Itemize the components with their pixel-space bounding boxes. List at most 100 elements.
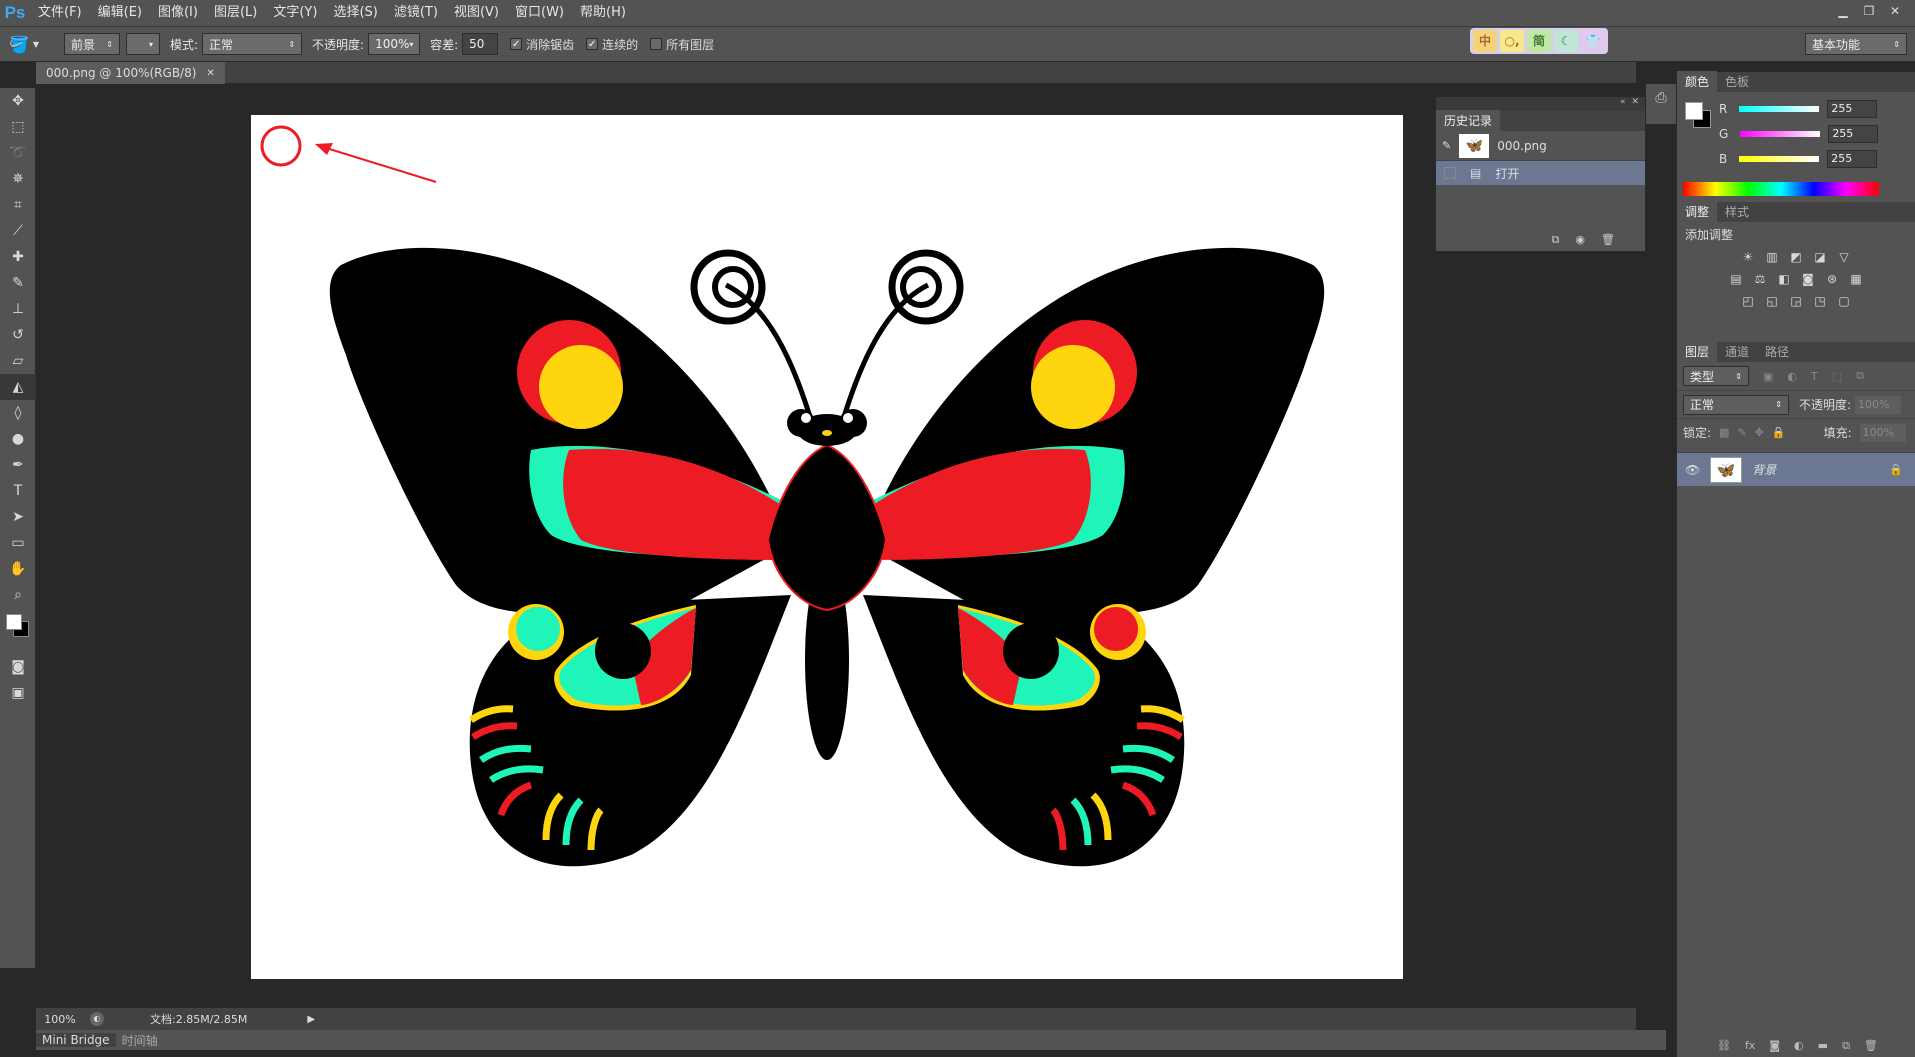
layer-filter-select[interactable]: 类型 ⇕ (1683, 366, 1749, 386)
filter-adjust-icon[interactable]: ◐ (1787, 370, 1797, 383)
selective-color-icon[interactable]: ▢ (1835, 293, 1853, 309)
invert-icon[interactable]: ◰ (1739, 293, 1757, 309)
menu-view[interactable]: 视图(V) (446, 0, 507, 26)
brush-tool-icon[interactable]: ✎ (0, 270, 36, 296)
clone-stamp-tool-icon[interactable]: ⊥ (0, 296, 36, 322)
lock-position-icon[interactable]: ✥ (1755, 426, 1764, 439)
layer-style-icon[interactable]: fx (1745, 1039, 1755, 1053)
history-brush-source-icon[interactable]: ✎ (1442, 139, 1451, 152)
info-icon[interactable]: ◐ (90, 1012, 104, 1026)
close-icon[interactable]: ✕ (1883, 2, 1907, 20)
contiguous-checkbox[interactable]: ✓ (586, 38, 599, 50)
new-adjustment-icon[interactable]: ◐ (1794, 1039, 1804, 1053)
pattern-picker[interactable]: ▾ (126, 33, 160, 55)
link-layers-icon[interactable]: ⛓ (1717, 1039, 1731, 1053)
mode-select[interactable]: 正常 ⇕ (202, 33, 303, 55)
menu-type[interactable]: 文字(Y) (265, 0, 325, 26)
blur-tool-icon[interactable]: ◊ (0, 400, 36, 426)
color-lookup-icon[interactable]: ▦ (1847, 271, 1865, 287)
menu-filter[interactable]: 滤镜(T) (386, 0, 446, 26)
lasso-tool-icon[interactable]: ➰ (0, 140, 36, 166)
marquee-tool-icon[interactable]: ⬚ (0, 114, 36, 140)
workspace-select[interactable]: 基本功能 ⇕ (1805, 33, 1907, 55)
trash-icon[interactable]: 🗑 (1601, 233, 1615, 247)
red-value-input[interactable]: 255 (1827, 99, 1878, 118)
opacity-input[interactable]: 100% ▾ (368, 33, 421, 55)
lock-image-icon[interactable]: ✎ (1737, 426, 1746, 439)
history-snapshot-row[interactable]: ✎ 🦋 000.png (1436, 131, 1645, 161)
delete-layer-icon[interactable]: 🗑 (1864, 1039, 1878, 1053)
black-white-icon[interactable]: ◧ (1775, 271, 1793, 287)
tab-mini-bridge[interactable]: Mini Bridge (36, 1033, 116, 1047)
vibrance-icon[interactable]: ▽ (1835, 249, 1853, 265)
menu-edit[interactable]: 编辑(E) (90, 0, 150, 26)
brightness-icon[interactable]: ☀ (1739, 249, 1757, 265)
posterize-icon[interactable]: ◱ (1763, 293, 1781, 309)
tool-preset-picker[interactable]: 🪣 ▼ (0, 35, 48, 54)
fill-input[interactable]: 100% (1859, 423, 1906, 442)
tab-timeline[interactable]: 时间轴 (116, 1032, 164, 1049)
red-slider[interactable] (1739, 105, 1820, 112)
history-panel-icon[interactable]: ⎙ (1646, 90, 1676, 106)
exposure-icon[interactable]: ◪ (1811, 249, 1829, 265)
canvas[interactable] (251, 115, 1403, 979)
threshold-icon[interactable]: ◲ (1787, 293, 1805, 309)
hue-saturation-icon[interactable]: ▤ (1727, 271, 1745, 287)
menu-file[interactable]: 文件(F) (30, 0, 90, 26)
eye-icon[interactable]: 👁 (1685, 463, 1700, 477)
channel-mixer-icon[interactable]: ⊛ (1823, 271, 1841, 287)
move-tool-icon[interactable]: ✥ (0, 88, 36, 114)
green-value-input[interactable]: 255 (1828, 124, 1879, 143)
lock-all-icon[interactable]: 🔒 (1772, 426, 1786, 439)
history-brush-tool-icon[interactable]: ↺ (0, 322, 36, 348)
photo-filter-icon[interactable]: ◙ (1799, 271, 1817, 287)
color-swatches[interactable] (0, 608, 36, 654)
zoom-tool-icon[interactable]: ⌕ (0, 582, 36, 608)
close-icon[interactable]: ✕ (1631, 97, 1639, 111)
green-slider[interactable] (1740, 130, 1821, 137)
tab-styles[interactable]: 样式 (1717, 201, 1757, 222)
add-mask-icon[interactable]: ◙ (1769, 1039, 1780, 1053)
camera-icon[interactable]: ◉ (1575, 233, 1585, 247)
gradient-map-icon[interactable]: ◳ (1811, 293, 1829, 309)
ime-chinese-button[interactable]: 中 (1473, 30, 1497, 52)
antialias-checkbox[interactable]: ✓ (510, 38, 523, 50)
layer-opacity-input[interactable]: 100% (1855, 395, 1902, 414)
tab-adjustments[interactable]: 调整 (1677, 201, 1718, 222)
filter-shape-icon[interactable]: ⬚ (1832, 370, 1842, 383)
hand-tool-icon[interactable]: ✋ (0, 556, 36, 582)
eraser-tool-icon[interactable]: ▱ (0, 348, 36, 374)
tab-layers[interactable]: 图层 (1677, 341, 1718, 362)
paint-bucket-tool-icon[interactable]: ◭ (0, 374, 36, 400)
filter-pixel-icon[interactable]: ▣ (1763, 370, 1773, 383)
filter-smart-icon[interactable]: ⧉ (1856, 369, 1864, 383)
dodge-tool-icon[interactable]: ● (0, 426, 36, 452)
new-layer-icon[interactable]: ⧉ (1842, 1039, 1850, 1053)
all-layers-checkbox[interactable] (650, 38, 663, 50)
history-step-open[interactable]: ▤ 打开 (1436, 161, 1645, 185)
crop-tool-icon[interactable]: ⌗ (0, 192, 36, 218)
foreground-color-swatch[interactable] (6, 614, 22, 630)
curves-icon[interactable]: ◩ (1787, 249, 1805, 265)
zoom-level[interactable]: 100% (36, 1013, 84, 1026)
tab-history[interactable]: 历史记录 (1436, 110, 1501, 131)
color-balance-icon[interactable]: ⚖ (1751, 271, 1769, 287)
status-menu-arrow-icon[interactable]: ▶ (307, 1014, 315, 1025)
ime-skin-button[interactable]: 👕 (1581, 30, 1605, 52)
menu-layer[interactable]: 图层(L) (206, 0, 265, 26)
collapse-icon[interactable]: « (1620, 97, 1626, 111)
layer-row-background[interactable]: 👁 🦋 背景 🔒 (1677, 452, 1915, 486)
close-tab-icon[interactable]: ✕ (206, 68, 214, 79)
menu-image[interactable]: 图像(I) (150, 0, 206, 26)
type-tool-icon[interactable]: T (0, 478, 36, 504)
minimize-icon[interactable]: ▁ (1831, 2, 1855, 20)
fill-source-select[interactable]: 前景 ⇕ (64, 33, 120, 55)
levels-icon[interactable]: ▥ (1763, 249, 1781, 265)
rectangle-tool-icon[interactable]: ▭ (0, 530, 36, 556)
color-spectrum-bar[interactable] (1683, 182, 1879, 196)
tab-paths[interactable]: 路径 (1757, 341, 1797, 362)
tab-channels[interactable]: 通道 (1717, 341, 1757, 362)
new-group-icon[interactable]: ▬ (1818, 1039, 1828, 1053)
document-tab[interactable]: 000.png @ 100%(RGB/8) ✕ (36, 62, 225, 84)
tab-swatches[interactable]: 色板 (1717, 71, 1757, 92)
